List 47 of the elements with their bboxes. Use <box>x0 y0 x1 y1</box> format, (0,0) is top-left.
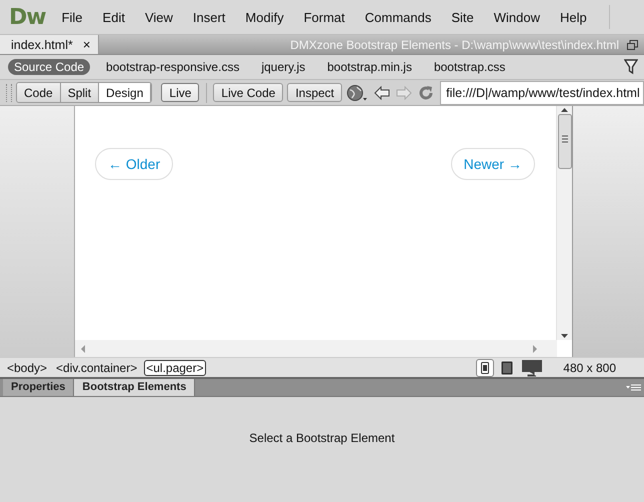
view-button[interactable]: Split <box>60 83 100 102</box>
menu-item[interactable]: Insert <box>192 8 226 26</box>
toolbar-button[interactable]: Inspect <box>287 83 342 102</box>
phone-icon[interactable] <box>476 358 494 376</box>
refresh-icon[interactable] <box>418 84 434 100</box>
related-file[interactable]: bootstrap-responsive.css <box>100 59 246 75</box>
view-button[interactable]: Live <box>161 83 200 102</box>
close-icon[interactable]: × <box>82 37 90 52</box>
view-button[interactable]: Design <box>99 83 152 102</box>
restore-icon[interactable] <box>627 40 638 50</box>
pager-link[interactable]: ← Older <box>95 148 174 180</box>
related-file[interactable]: bootstrap.css <box>428 59 512 75</box>
back-icon[interactable] <box>374 86 390 100</box>
pager-link[interactable]: Newer → <box>450 148 535 180</box>
panel-message: Select a Bootstrap Element <box>249 431 395 447</box>
menu-item[interactable]: File <box>62 8 83 26</box>
menu-item[interactable]: Commands <box>364 8 432 26</box>
filter-icon[interactable] <box>624 59 638 75</box>
document-tab[interactable]: index.html* × <box>0 35 100 54</box>
related-file[interactable]: bootstrap.min.js <box>321 59 418 75</box>
toolbar-button[interactable]: Live Code <box>213 83 284 102</box>
related-file[interactable]: Source Code <box>8 59 90 75</box>
document-path: DMXzone Bootstrap Elements - D:\wamp\www\test\index.html <box>289 38 620 52</box>
tag-selector[interactable]: <div.container> <box>54 360 140 376</box>
menu-item[interactable]: Window <box>494 8 540 26</box>
menu-item[interactable]: Modify <box>245 8 284 26</box>
menu-item[interactable]: Help <box>560 8 587 26</box>
tag-selector[interactable]: <ul.pager> <box>144 360 206 376</box>
menu-item[interactable]: Format <box>304 8 345 26</box>
menu-item[interactable]: View <box>144 8 173 26</box>
scroll-up-icon[interactable] <box>561 106 568 114</box>
tag-selector[interactable]: <body> <box>5 360 50 376</box>
address-field[interactable]: file:///D|/wamp/www/test/index.html <box>440 80 644 104</box>
menu-item[interactable]: Edit <box>102 8 125 26</box>
window-size[interactable]: 480 x 800 <box>563 360 616 374</box>
panel-tab[interactable]: Bootstrap Elements <box>74 379 196 396</box>
view-button[interactable]: Code <box>17 83 61 102</box>
app-logo: Dw <box>9 4 46 30</box>
menu-item[interactable]: Site <box>451 8 474 26</box>
vertical-scrollbar[interactable] <box>556 106 572 340</box>
scroll-thumb-icon[interactable] <box>558 114 572 169</box>
options-menu-icon[interactable] <box>626 384 641 392</box>
monitor-icon[interactable] <box>520 358 544 378</box>
panel-tab[interactable]: Properties <box>3 379 74 396</box>
scroll-down-icon[interactable] <box>561 332 568 340</box>
globe-icon[interactable] <box>346 84 368 102</box>
related-file[interactable]: jquery.js <box>255 59 312 75</box>
